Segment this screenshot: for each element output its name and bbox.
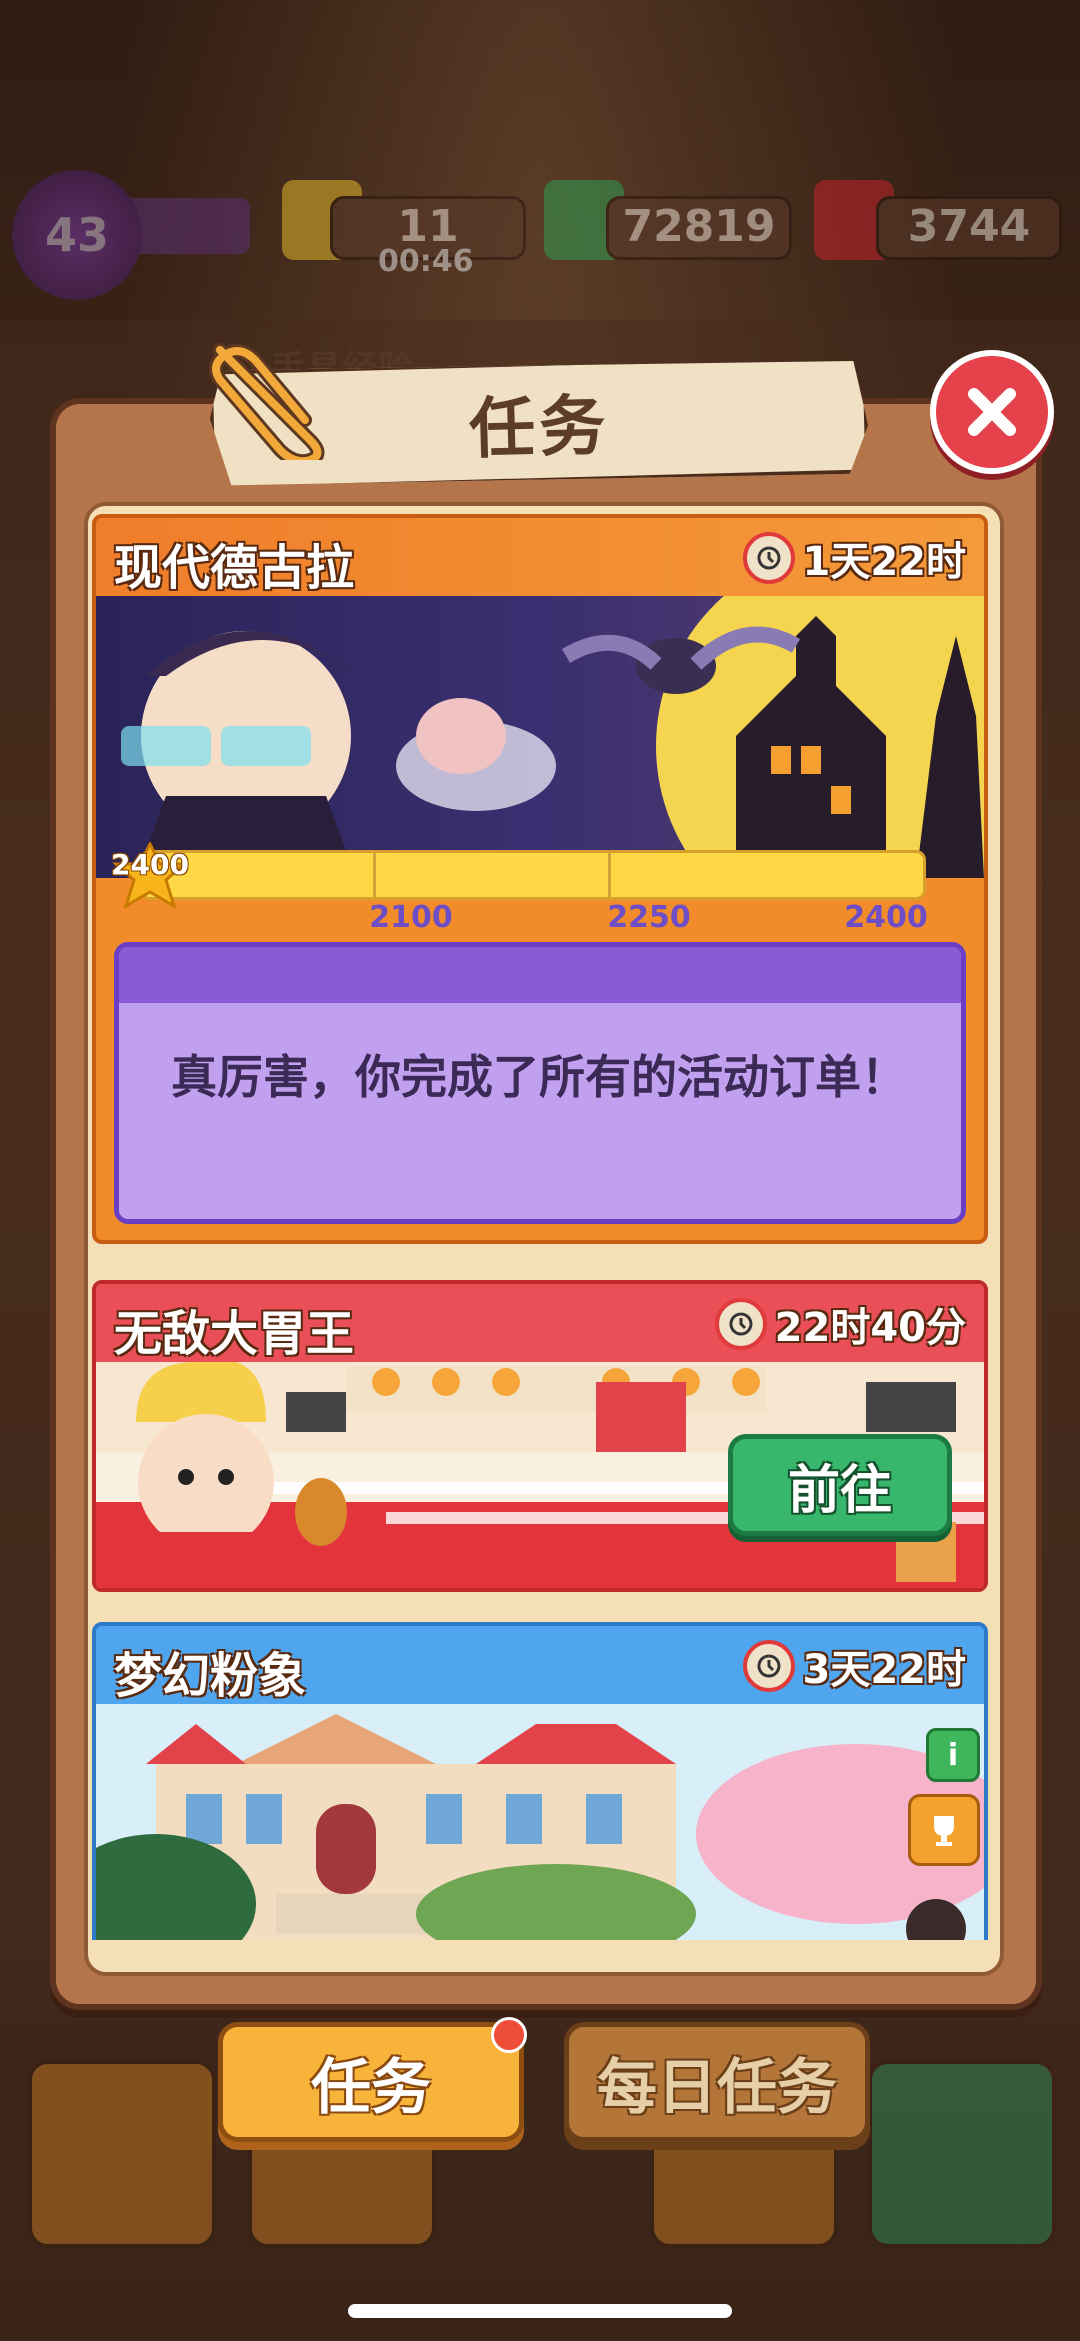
go-button[interactable]: 前往: [728, 1434, 952, 1536]
event-timer: 22时40分: [714, 1296, 966, 1352]
star-icon: [868, 2060, 1056, 2248]
paperclip-icon: [209, 343, 325, 460]
progress-track: [140, 850, 926, 900]
home-indicator[interactable]: [348, 2304, 732, 2318]
event-timer-text: 3天22时: [802, 1647, 967, 1693]
back-arrow-icon: [28, 2060, 216, 2248]
gem-count: 3744: [876, 196, 1062, 260]
event-card-dracula: 现代德古拉 1天22时 2400 2100 2250 2400 真厉害，你完成了…: [92, 514, 988, 1244]
milestone-label: 2400: [844, 900, 928, 935]
completion-panel: 真厉害，你完成了所有的活动订单！: [114, 942, 966, 1224]
progress-milestones: 2100 2250 2400: [96, 900, 984, 940]
event-timer-text: 1天22时: [802, 539, 967, 585]
event-header: 梦幻粉象 3天22时: [96, 1626, 984, 1704]
milestone-label: 2250: [607, 900, 691, 935]
clock-icon: [742, 532, 795, 584]
progress-segment-divider: [373, 853, 376, 897]
event-timer: 3天22时: [742, 1638, 967, 1694]
progress-segment-divider: [608, 853, 611, 897]
event-title: 无敌大胃王: [114, 1306, 355, 1362]
event-banner-art: i: [96, 1704, 984, 1940]
event-card-pink-elephant[interactable]: 梦幻粉象 3天22时 i: [92, 1622, 988, 1940]
tab-label: 每日任务: [597, 2052, 837, 2123]
event-title: 现代德古拉: [114, 540, 355, 596]
bottom-toolbar: [0, 2020, 1080, 2260]
event-header: 无敌大胃王 22时40分: [96, 1284, 984, 1362]
clock-icon: [714, 1298, 767, 1350]
event-banner-art: 2400: [96, 596, 984, 910]
energy-timer: 00:46: [378, 244, 474, 279]
event-card-big-eater[interactable]: 无敌大胃王 22时40分 前往: [92, 1280, 988, 1592]
close-icon: [968, 388, 1016, 436]
tab-label: 任务: [311, 2052, 431, 2123]
notification-dot: [491, 2017, 527, 2053]
tab-daily-missions[interactable]: 每日任务: [564, 2022, 870, 2142]
event-timer-text: 22时40分: [774, 1305, 966, 1351]
milestone-label: 2100: [369, 900, 453, 935]
event-banner-art: 前往: [96, 1362, 984, 1588]
modal-title: 任务: [468, 387, 611, 468]
trophy-icon: [934, 1816, 954, 1846]
top-hud: 43 11 00:46 72819 3744: [0, 170, 1080, 300]
close-button[interactable]: [930, 350, 1054, 474]
clock-icon: [742, 1640, 795, 1692]
completion-panel-header: [119, 947, 961, 1003]
info-button[interactable]: i: [926, 1728, 980, 1782]
event-timer: 1天22时: [742, 530, 967, 586]
level-badge: 43: [12, 170, 142, 300]
dracula-banner-illustration: [96, 596, 984, 878]
event-title: 梦幻粉象: [114, 1648, 307, 1704]
cash-count: 72819: [606, 196, 792, 260]
event-header: 现代德古拉 1天22时: [96, 518, 984, 596]
mansion-banner-illustration: [96, 1704, 984, 1940]
event-progress-bar: 2400: [110, 842, 950, 910]
tab-missions[interactable]: 任务: [218, 2017, 527, 2142]
event-list[interactable]: 现代德古拉 1天22时 2400 2100 2250 2400 真厉害，你完成了…: [92, 514, 988, 1940]
completion-message: 真厉害，你完成了所有的活动订单！: [171, 1050, 907, 1104]
progress-badge-value: 2400: [111, 848, 189, 881]
trophy-button[interactable]: [908, 1794, 980, 1866]
